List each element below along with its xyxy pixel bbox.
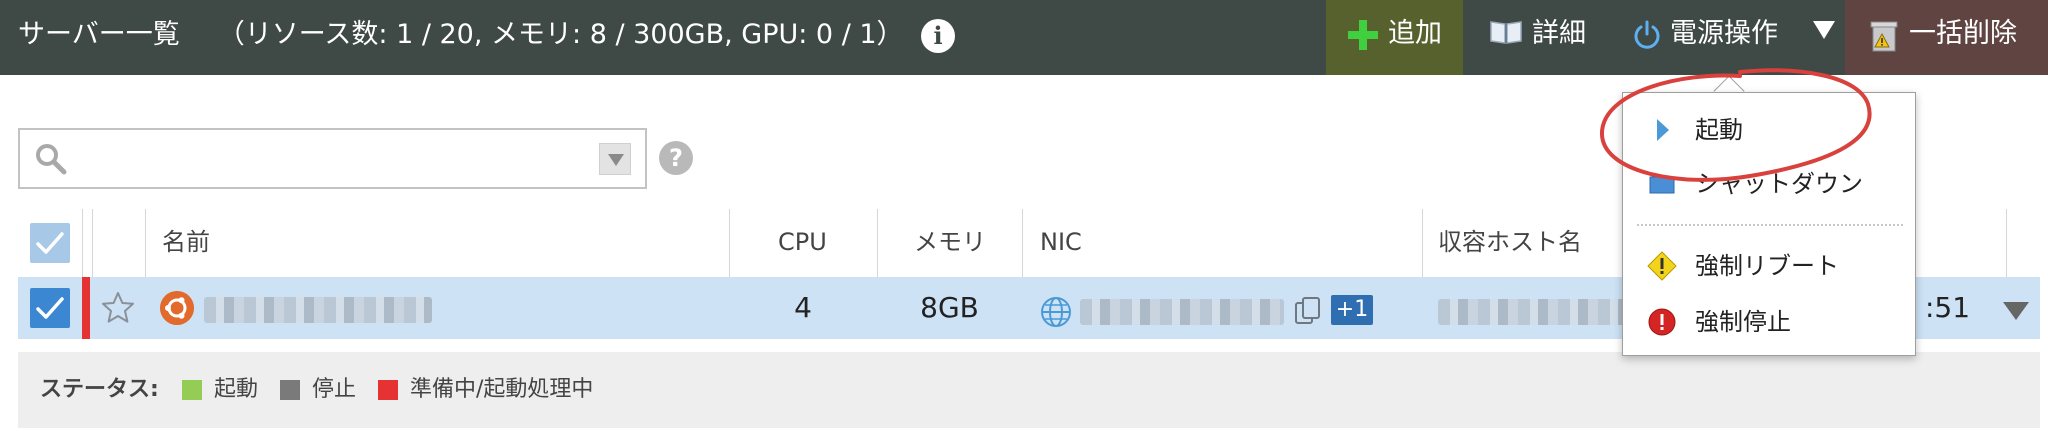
legend-swatch-stopped: [280, 380, 300, 400]
detail-button[interactable]: 詳細: [1476, 0, 1606, 75]
search-input[interactable]: [18, 128, 647, 189]
menu-item-start-label: 起動: [1695, 116, 1743, 144]
column-header-cpu[interactable]: CPU: [778, 209, 827, 277]
legend-text-stopped: 停止: [312, 377, 357, 402]
page-header: サーバー一覧 （リソース数: 1 / 20, メモリ: 8 / 300GB, GP…: [0, 0, 2048, 75]
book-icon: [1490, 21, 1522, 44]
power-menu: 起動 シャットダウン 強制リブート 強制停止: [1622, 92, 1916, 356]
warning-icon: [1647, 251, 1677, 281]
menu-item-force-reboot-label: 強制リブート: [1695, 252, 1839, 280]
redacted-nic-address: [1080, 299, 1284, 325]
search-dropdown-toggle[interactable]: [599, 143, 631, 175]
legend-text-preparing: 準備中/起動処理中: [410, 377, 594, 402]
redacted-host-name: [1438, 299, 1628, 325]
add-button-label: 追加: [1388, 18, 1442, 49]
stop-icon: [1648, 308, 1676, 336]
row-checkbox[interactable]: [30, 288, 70, 328]
column-divider: [729, 209, 730, 277]
bulk-delete-label: 一括削除: [1909, 18, 2017, 49]
caret-down-icon: [1813, 21, 1835, 39]
help-icon[interactable]: ?: [659, 141, 693, 175]
menu-item-shutdown-label: シャットダウン: [1695, 170, 1863, 198]
info-icon[interactable]: i: [921, 19, 955, 53]
ubuntu-icon: [160, 291, 194, 325]
menu-item-shutdown[interactable]: シャットダウン: [1623, 157, 1915, 211]
column-header-nic[interactable]: NIC: [1040, 209, 1082, 277]
star-icon[interactable]: [100, 290, 136, 326]
column-divider: [1022, 209, 1023, 277]
menu-item-start[interactable]: 起動: [1623, 103, 1915, 157]
column-divider: [2006, 209, 2007, 277]
search-icon: [36, 144, 67, 175]
column-divider: [1422, 209, 1423, 277]
resource-summary: （リソース数: 1 / 20, メモリ: 8 / 300GB, GPU: 0 /…: [217, 19, 904, 50]
menu-divider: [1637, 224, 1903, 226]
shutdown-icon: [1649, 176, 1675, 194]
legend-swatch-preparing: [378, 380, 398, 400]
checkmark-icon: [36, 297, 64, 319]
checkmark-icon: [36, 232, 64, 254]
status-indicator: [82, 277, 90, 339]
bulk-delete-button[interactable]: 一括削除: [1845, 0, 2048, 75]
nic-extra-badge[interactable]: +1: [1331, 295, 1373, 325]
copy-icon[interactable]: [1294, 296, 1322, 326]
column-header-memory[interactable]: メモリ: [914, 209, 986, 277]
globe-icon: [1041, 297, 1071, 327]
row-memory: 8GB: [920, 291, 979, 324]
column-divider: [877, 209, 878, 277]
legend-swatch-running: [182, 380, 202, 400]
trash-icon: [1870, 21, 1898, 52]
status-legend: ステータス: 起動 停止 準備中/起動処理中: [18, 352, 2040, 428]
column-divider: [92, 209, 93, 277]
power-operation-button[interactable]: 電源操作: [1628, 0, 1846, 75]
column-divider: [145, 209, 146, 277]
menu-item-force-reboot[interactable]: 強制リブート: [1623, 239, 1915, 293]
menu-item-force-stop[interactable]: 強制停止: [1623, 295, 1915, 349]
power-icon: [1634, 20, 1660, 49]
page-title-text: サーバー一覧: [18, 19, 180, 50]
column-divider: [82, 209, 83, 277]
detail-button-label: 詳細: [1532, 18, 1586, 49]
column-header-host[interactable]: 収容ホスト名: [1438, 209, 1582, 277]
legend-text-running: 起動: [214, 377, 259, 402]
redacted-server-name[interactable]: [204, 297, 432, 323]
row-cpu: 4: [794, 291, 812, 324]
column-header-name[interactable]: 名前: [162, 209, 210, 277]
menu-item-force-stop-label: 強制停止: [1695, 308, 1791, 336]
plus-icon: [1348, 20, 1378, 50]
select-all-checkbox[interactable]: [30, 223, 70, 263]
power-button-label: 電源操作: [1670, 18, 1778, 49]
row-time: :51: [1925, 291, 1971, 324]
add-button[interactable]: 追加: [1326, 0, 1463, 75]
play-icon: [1657, 119, 1669, 141]
row-expand-caret[interactable]: [2003, 302, 2029, 320]
legend-label: ステータス:: [40, 377, 159, 402]
page-title: サーバー一覧 （リソース数: 1 / 20, メモリ: 8 / 300GB, GP…: [18, 0, 904, 75]
